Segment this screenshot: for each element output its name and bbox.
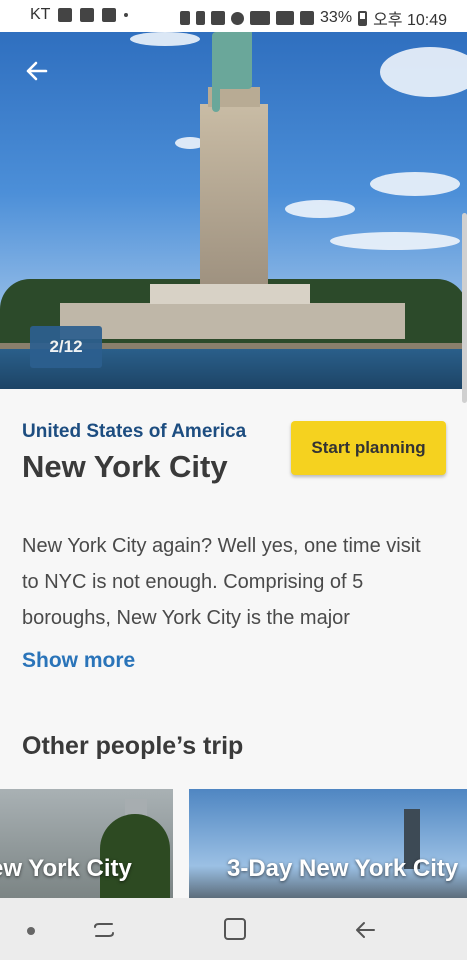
clock: 오후 10:49	[373, 12, 447, 29]
alert-notification-icon	[80, 8, 95, 22]
image-counter-badge: 2/12	[30, 326, 102, 368]
carrier-label: KT	[30, 6, 51, 23]
scrollbar[interactable]	[462, 213, 467, 403]
country-label: United States of America	[22, 421, 247, 442]
trip-card-label: ew York City	[0, 855, 132, 882]
dot-icon	[124, 13, 129, 17]
fort-top	[150, 284, 310, 304]
cloud	[285, 200, 355, 218]
trip-card[interactable]: 3-Day New York City	[189, 789, 467, 899]
description-text: New York City again? Well yes, one time …	[22, 535, 421, 629]
cloud	[330, 232, 460, 250]
start-planning-button[interactable]: Start planning	[291, 421, 446, 475]
back-nav-icon[interactable]	[352, 918, 378, 942]
alarm-icon	[231, 11, 245, 25]
hd-icon	[250, 11, 271, 25]
fort-wall	[60, 303, 405, 339]
pedestal	[200, 104, 268, 284]
show-more-link[interactable]: Show more	[22, 649, 135, 673]
cloud	[370, 172, 460, 196]
wifi-icon	[276, 11, 295, 25]
trip-card[interactable]: ew York City	[0, 789, 173, 899]
battery-icon	[358, 10, 368, 26]
status-bar: KT 33% 오후 10:49	[0, 0, 467, 32]
battery-percent: 33%	[320, 9, 353, 26]
hero-image[interactable]: 2/12	[0, 32, 467, 389]
activity-notification-icon	[102, 8, 117, 22]
nav-dot-icon[interactable]	[27, 927, 35, 935]
image-notification-icon	[58, 8, 73, 22]
bluetooth-icon	[196, 11, 206, 25]
statue-torch-arm	[212, 32, 220, 112]
system-nav-bar	[0, 898, 467, 960]
page-title: New York City	[22, 449, 228, 484]
statue	[216, 32, 252, 89]
mute-icon	[211, 11, 226, 25]
signal-icon	[300, 11, 315, 25]
trip-card-label: 3-Day New York City	[227, 855, 459, 882]
back-button[interactable]	[20, 54, 54, 88]
arrow-left-icon	[26, 61, 48, 81]
lock-icon	[180, 11, 191, 25]
recent-apps-icon[interactable]	[92, 918, 116, 942]
home-icon[interactable]	[224, 918, 246, 940]
section-title: Other people’s trip	[22, 732, 244, 760]
cloud	[130, 32, 200, 46]
